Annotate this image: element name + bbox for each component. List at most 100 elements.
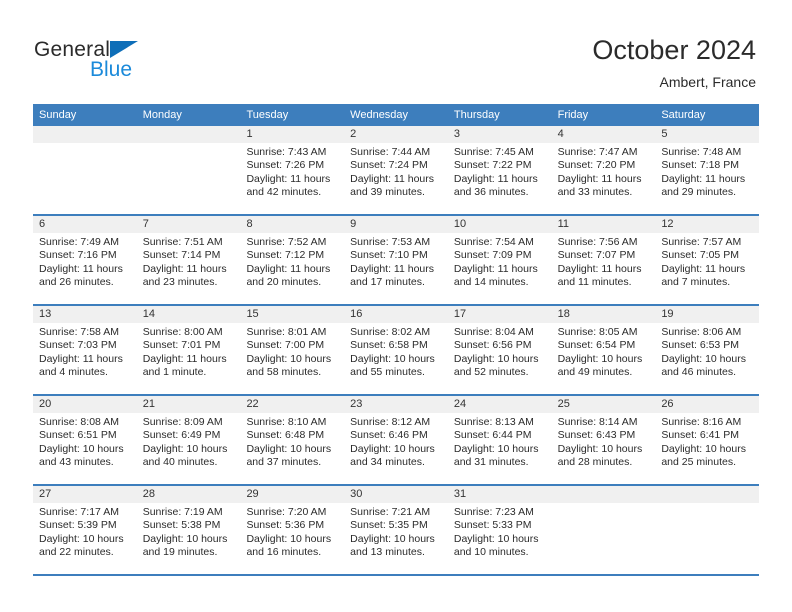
daylight-text: Daylight: 10 hours [350,352,435,365]
daylight-text: Daylight: 10 hours [453,442,539,455]
sunset-text: Sunset: 7:14 PM [142,249,221,262]
calendar-day-cell[interactable]: 30 Sunrise: 7:21 AM Sunset: 5:35 PM Dayligh… [344,486,448,574]
sunset-text: Sunset: 5:36 PM [246,519,325,532]
daylight-text-cont: and 58 minutes. [246,366,322,379]
daylight-text-cont: and 37 minutes. [246,456,322,469]
weekday-header-saturday: Saturday [661,109,706,121]
calendar-day-cell[interactable]: 22 Sunrise: 8:10 AM Sunset: 6:48 PM Dayligh… [240,396,345,484]
calendar-day-cell[interactable]: 12 Sunrise: 7:57 AM Sunset: 7:05 PM Dayligh… [655,216,760,304]
calendar-day-cell[interactable]: 7 Sunrise: 7:51 AM Sunset: 7:14 PM Daylight… [136,216,241,304]
calendar-day-cell[interactable]: 6 Sunrise: 7:49 AM Sunset: 7:16 PM Daylight… [33,216,137,304]
sunset-text: Sunset: 5:35 PM [350,519,428,532]
sunrise-text: Sunrise: 7:47 AM [557,146,638,158]
daylight-text: Daylight: 10 hours [246,442,332,455]
sunrise-text: Sunrise: 7:23 AM [453,506,534,518]
day-details: Sunrise: 8:13 AM Sunset: 6:44 PM Daylight:… [448,413,552,470]
daylight-text: Daylight: 11 hours [350,262,435,275]
weekday-header-wednesday: Wednesday [350,109,409,121]
daylight-text: Daylight: 10 hours [246,532,332,545]
calendar-day-cell[interactable]: 4 Sunrise: 7:47 AM Sunset: 7:20 PM Daylight… [551,126,656,214]
day-details: Sunrise: 7:23 AM Sunset: 5:33 PM Daylight:… [448,503,552,560]
day-details: Sunrise: 7:54 AM Sunset: 7:09 PM Daylight:… [448,233,552,290]
calendar-day-cell[interactable]: 5 Sunrise: 7:48 AM Sunset: 7:18 PM Daylight… [655,126,760,214]
daylight-text: Daylight: 10 hours [39,442,124,455]
calendar-day-cell[interactable]: 3 Sunrise: 7:45 AM Sunset: 7:22 PM Daylight… [447,126,552,214]
day-number: 22 [240,396,345,413]
day-number: 10 [447,216,552,233]
weekday-header-tuesday: Tuesday [246,109,289,121]
calendar-day-cell[interactable]: 18 Sunrise: 8:05 AM Sunset: 6:54 PM Dayligh… [551,306,656,394]
calendar-day-cell[interactable]: 1 Sunrise: 7:43 AM Sunset: 7:26 PM Daylight… [240,126,345,214]
calendar-day-cell[interactable]: 16 Sunrise: 8:02 AM Sunset: 6:58 PM Dayligh… [344,306,448,394]
sunrise-text: Sunrise: 8:08 AM [39,416,119,428]
sunrise-text: Sunrise: 7:20 AM [246,506,327,518]
weekday-header-friday: Friday [557,109,589,121]
calendar-day-cell[interactable]: 13 Sunrise: 7:58 AM Sunset: 7:03 PM Dayligh… [33,306,137,394]
daylight-text: Daylight: 10 hours [557,352,643,365]
day-details [552,503,656,506]
sunset-text: Sunset: 7:03 PM [39,339,117,352]
daylight-text-cont: and 14 minutes. [453,276,529,289]
day-details: Sunrise: 7:19 AM Sunset: 5:38 PM Daylight:… [137,503,241,560]
calendar-day-cell[interactable]: 20 Sunrise: 8:08 AM Sunset: 6:51 PM Dayligh… [33,396,137,484]
sunrise-text: Sunrise: 7:57 AM [661,236,742,248]
sunrise-text: Sunrise: 7:45 AM [453,146,534,158]
sunrise-text: Sunrise: 7:58 AM [39,326,119,338]
calendar-day-cell[interactable]: 24 Sunrise: 8:13 AM Sunset: 6:44 PM Dayligh… [447,396,552,484]
calendar-day-cell[interactable]: 8 Sunrise: 7:52 AM Sunset: 7:12 PM Daylight… [240,216,345,304]
daylight-text: Daylight: 10 hours [453,352,539,365]
brand-logo[interactable]: General Blue [34,38,234,86]
sunset-text: Sunset: 5:33 PM [453,519,532,532]
sunrise-text: Sunrise: 7:21 AM [350,506,431,518]
sunset-text: Sunset: 6:44 PM [453,429,532,442]
sunset-text: Sunset: 7:12 PM [246,249,325,262]
calendar-day-cell[interactable]: 10 Sunrise: 7:54 AM Sunset: 7:09 PM Dayligh… [447,216,552,304]
sunrise-text: Sunrise: 7:48 AM [661,146,742,158]
weekday-header-monday: Monday [142,109,182,121]
calendar-day-cell[interactable]: 27 Sunrise: 7:17 AM Sunset: 5:39 PM Dayligh… [33,486,137,574]
day-details: Sunrise: 8:08 AM Sunset: 6:51 PM Daylight:… [33,413,137,470]
calendar-day-cell[interactable]: 29 Sunrise: 7:20 AM Sunset: 5:36 PM Dayligh… [240,486,345,574]
calendar-day-cell[interactable]: 11 Sunrise: 7:56 AM Sunset: 7:07 PM Dayligh… [551,216,656,304]
calendar-day-cell[interactable]: 28 Sunrise: 7:19 AM Sunset: 5:38 PM Dayligh… [136,486,241,574]
day-number: 1 [240,126,345,143]
day-details: Sunrise: 7:58 AM Sunset: 7:03 PM Daylight:… [33,323,137,380]
daylight-text: Daylight: 11 hours [453,172,538,185]
sunrise-text: Sunrise: 7:44 AM [350,146,431,158]
calendar-day-cell[interactable]: 2 Sunrise: 7:44 AM Sunset: 7:24 PM Daylight… [344,126,448,214]
calendar-day-cell[interactable]: 31 Sunrise: 7:23 AM Sunset: 5:33 PM Dayligh… [447,486,552,574]
sunrise-text: Sunrise: 7:43 AM [246,146,327,158]
sunset-text: Sunset: 7:18 PM [661,159,739,172]
calendar-day-cell[interactable]: 9 Sunrise: 7:53 AM Sunset: 7:10 PM Daylight… [344,216,448,304]
calendar-day-cell[interactable]: 19 Sunrise: 8:06 AM Sunset: 6:53 PM Dayligh… [655,306,760,394]
daylight-text: Daylight: 11 hours [557,262,642,275]
day-number: 8 [240,216,345,233]
calendar-day-cell[interactable]: 15 Sunrise: 8:01 AM Sunset: 7:00 PM Dayligh… [240,306,345,394]
day-details: Sunrise: 8:01 AM Sunset: 7:00 PM Daylight:… [240,323,344,380]
calendar-cell-empty [551,486,656,574]
daylight-text: Daylight: 11 hours [246,172,331,185]
day-number: 18 [551,306,656,323]
day-details: Sunrise: 7:52 AM Sunset: 7:12 PM Daylight:… [240,233,344,290]
calendar-cell-empty [33,126,137,214]
calendar-day-cell[interactable]: 25 Sunrise: 8:14 AM Sunset: 6:43 PM Dayligh… [551,396,656,484]
day-number: 19 [655,306,760,323]
day-number: 28 [136,486,241,503]
sunrise-text: Sunrise: 7:17 AM [39,506,119,518]
day-details: Sunrise: 7:21 AM Sunset: 5:35 PM Daylight:… [344,503,448,560]
sunrise-text: Sunrise: 7:53 AM [350,236,431,248]
sunset-text: Sunset: 7:07 PM [557,249,636,262]
daylight-text: Daylight: 10 hours [557,442,643,455]
sunset-text: Sunset: 5:38 PM [142,519,221,532]
sunrise-text: Sunrise: 8:06 AM [661,326,742,338]
day-number: 20 [33,396,137,413]
calendar-day-cell[interactable]: 26 Sunrise: 8:16 AM Sunset: 6:41 PM Dayligh… [655,396,760,484]
calendar-day-cell[interactable]: 21 Sunrise: 8:09 AM Sunset: 6:49 PM Dayligh… [136,396,241,484]
calendar-day-cell[interactable]: 14 Sunrise: 8:00 AM Sunset: 7:01 PM Dayligh… [136,306,241,394]
calendar-day-cell[interactable]: 23 Sunrise: 8:12 AM Sunset: 6:46 PM Dayligh… [344,396,448,484]
calendar-grid: Sunday Monday Tuesday Wednesday Thursday Frid… [33,104,760,576]
daylight-text-cont: and 16 minutes. [246,546,322,559]
page-title: October 2024 [592,35,756,65]
daylight-text-cont: and 25 minutes. [661,456,737,469]
calendar-day-cell[interactable]: 17 Sunrise: 8:04 AM Sunset: 6:56 PM Dayligh… [447,306,552,394]
